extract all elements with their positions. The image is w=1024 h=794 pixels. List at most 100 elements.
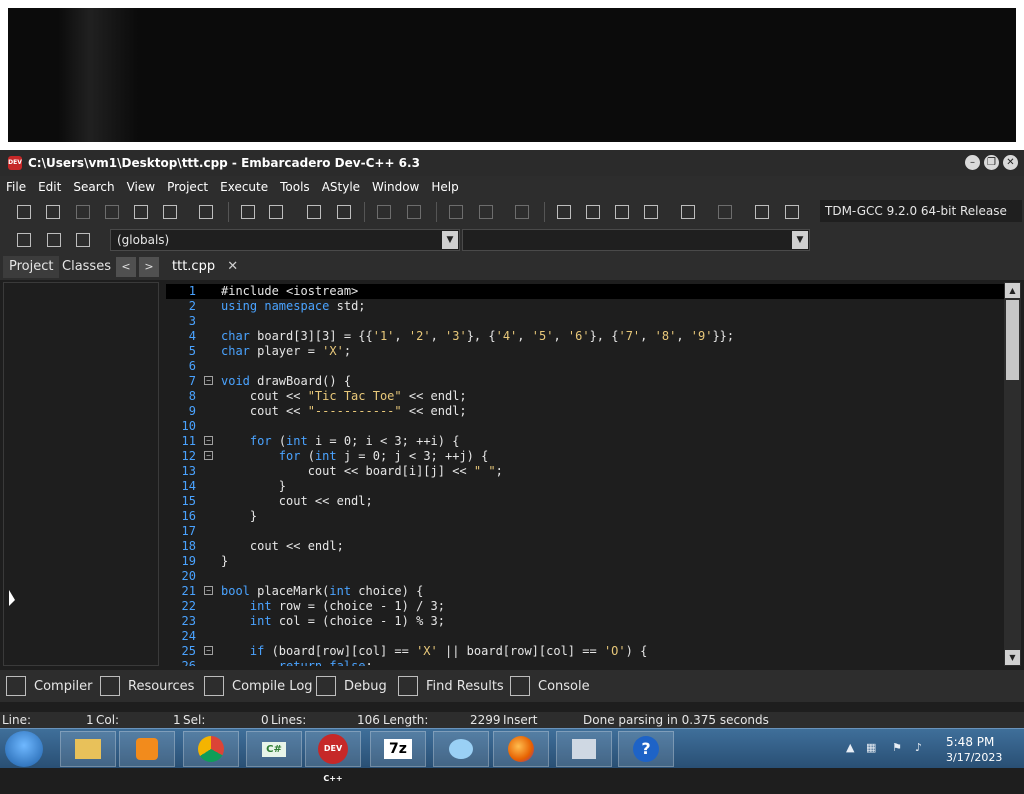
rebuild-all-icon[interactable]	[641, 202, 661, 222]
code-line[interactable]: 1 #include <iostream>	[166, 284, 1004, 299]
menu-file[interactable]: File	[0, 180, 32, 194]
code-line[interactable]: 10	[166, 419, 1004, 434]
taskbar-7zip[interactable]: 7z	[370, 731, 426, 767]
taskbar-csharp[interactable]: C#	[246, 731, 302, 767]
tab-console[interactable]: Console	[510, 670, 590, 702]
print-icon[interactable]	[196, 202, 216, 222]
tab-debug[interactable]: Debug	[316, 670, 387, 702]
run-icon[interactable]	[583, 202, 603, 222]
code-line[interactable]: 20	[166, 569, 1004, 584]
devcpp-app-icon[interactable]: DEV	[8, 156, 22, 170]
tab-scroll-right-button[interactable]: >	[139, 257, 159, 277]
tab-compile-log[interactable]: Compile Log	[204, 670, 313, 702]
tab-classes[interactable]: Classes	[56, 256, 117, 278]
tab-project[interactable]: Project	[3, 256, 60, 278]
find-icon[interactable]	[238, 202, 258, 222]
menu-view[interactable]: View	[121, 180, 161, 194]
code-line[interactable]: 18 cout << endl;	[166, 539, 1004, 554]
code-line[interactable]: 12− for (int j = 0; j < 3; ++j) {	[166, 449, 1004, 464]
save-all-icon[interactable]	[102, 202, 122, 222]
code-line[interactable]: 17	[166, 524, 1004, 539]
menu-help[interactable]: Help	[425, 180, 464, 194]
code-line[interactable]: 2 using namespace std;	[166, 299, 1004, 314]
fold-toggle-icon[interactable]: −	[204, 451, 213, 460]
replace-icon[interactable]	[266, 202, 286, 222]
delete-profile-icon[interactable]	[782, 202, 802, 222]
function-combo[interactable]: ▼	[462, 229, 810, 251]
code-line[interactable]: 5 char player = 'X';	[166, 344, 1004, 359]
code-line[interactable]: 6	[166, 359, 1004, 374]
start-button[interactable]	[5, 731, 43, 767]
tray-network-icon[interactable]: ▦	[866, 741, 876, 754]
fullscreen-icon[interactable]	[334, 202, 354, 222]
restore-button[interactable]: ❐	[984, 155, 999, 170]
undo-icon[interactable]	[374, 202, 394, 222]
new-file-icon[interactable]	[14, 202, 34, 222]
tab-scroll-left-button[interactable]: <	[116, 257, 136, 277]
code-line[interactable]: 13 cout << board[i][j] << " ";	[166, 464, 1004, 479]
fold-toggle-icon[interactable]: −	[204, 646, 213, 655]
scope-combo[interactable]: (globals) ▼	[110, 229, 460, 251]
code-line[interactable]: 24	[166, 629, 1004, 644]
code-line[interactable]: 8 cout << "Tic Tac Toe" << endl;	[166, 389, 1004, 404]
fold-toggle-icon[interactable]: −	[204, 376, 213, 385]
scroll-down-icon[interactable]: ▼	[1005, 650, 1020, 665]
minimize-button[interactable]: –	[965, 155, 980, 170]
clock-time[interactable]: 5:48 PM	[946, 735, 994, 749]
toggle-bookmark-icon[interactable]	[44, 230, 64, 250]
save-icon[interactable]	[73, 202, 93, 222]
taskbar-network[interactable]	[556, 731, 612, 767]
insert-icon[interactable]	[14, 230, 34, 250]
goto-bookmark-icon[interactable]	[73, 230, 93, 250]
code-line[interactable]: 9 cout << "-----------" << endl;	[166, 404, 1004, 419]
code-line[interactable]: 14 }	[166, 479, 1004, 494]
code-line[interactable]: 4 char board[3][3] = {{'1', '2', '3'}, {'…	[166, 329, 1004, 344]
menu-edit[interactable]: Edit	[32, 180, 67, 194]
menu-tools[interactable]: Tools	[274, 180, 316, 194]
stop-execution-icon[interactable]	[715, 202, 735, 222]
taskbar-paint[interactable]	[433, 731, 489, 767]
menu-project[interactable]: Project	[161, 180, 214, 194]
code-line[interactable]: 15 cout << endl;	[166, 494, 1004, 509]
taskbar-help[interactable]: ?	[618, 731, 674, 767]
taskbar-media-player[interactable]	[119, 731, 175, 767]
fold-toggle-icon[interactable]: −	[204, 436, 213, 445]
indent-icon[interactable]	[446, 202, 466, 222]
close-file-icon[interactable]	[131, 202, 151, 222]
code-line[interactable]: 23 int col = (choice - 1) % 3;	[166, 614, 1004, 629]
close-all-icon[interactable]	[160, 202, 180, 222]
tab-find-results[interactable]: Find Results	[398, 670, 504, 702]
tab-ttt-cpp[interactable]: ttt.cpp ✕	[166, 256, 245, 278]
tab-resources[interactable]: Resources	[100, 670, 194, 702]
close-button[interactable]: ✕	[1003, 155, 1018, 170]
chevron-down-icon[interactable]: ▼	[792, 231, 808, 249]
code-line[interactable]: 3	[166, 314, 1004, 329]
code-line[interactable]: 19}	[166, 554, 1004, 569]
open-file-icon[interactable]	[43, 202, 63, 222]
code-line[interactable]: 11− for (int i = 0; i < 3; ++i) {	[166, 434, 1004, 449]
clock-date[interactable]: 3/17/2023	[946, 751, 1002, 764]
syntax-check-icon[interactable]	[678, 202, 698, 222]
taskbar-chrome[interactable]	[183, 731, 239, 767]
compile-icon[interactable]	[554, 202, 574, 222]
scrollbar-thumb[interactable]	[1006, 300, 1019, 380]
tab-compiler[interactable]: Compiler	[6, 670, 93, 702]
unindent-icon[interactable]	[476, 202, 496, 222]
taskbar-firefox[interactable]	[493, 731, 549, 767]
code-line[interactable]: 21− bool placeMark(int choice) {	[166, 584, 1004, 599]
compile-run-icon[interactable]	[612, 202, 632, 222]
fold-toggle-icon[interactable]: −	[204, 586, 213, 595]
taskbar-devcpp[interactable]: DEV C++	[305, 731, 361, 783]
taskbar-explorer[interactable]	[60, 731, 116, 767]
code-line[interactable]: 7− void drawBoard() {	[166, 374, 1004, 389]
tray-volume-icon[interactable]: ♪	[915, 741, 922, 754]
editor-vertical-scrollbar[interactable]: ▲ ▼	[1004, 282, 1021, 666]
menu-astyle[interactable]: AStyle	[316, 180, 366, 194]
profile-icon[interactable]	[752, 202, 772, 222]
menu-search[interactable]: Search	[67, 180, 120, 194]
menu-execute[interactable]: Execute	[214, 180, 274, 194]
code-line[interactable]: 22 int row = (choice - 1) / 3;	[166, 599, 1004, 614]
compiler-set-select[interactable]: TDM-GCC 9.2.0 64-bit Release	[820, 200, 1022, 222]
code-line[interactable]: 26 return false;	[166, 659, 1004, 666]
close-icon[interactable]: ✕	[227, 259, 238, 274]
